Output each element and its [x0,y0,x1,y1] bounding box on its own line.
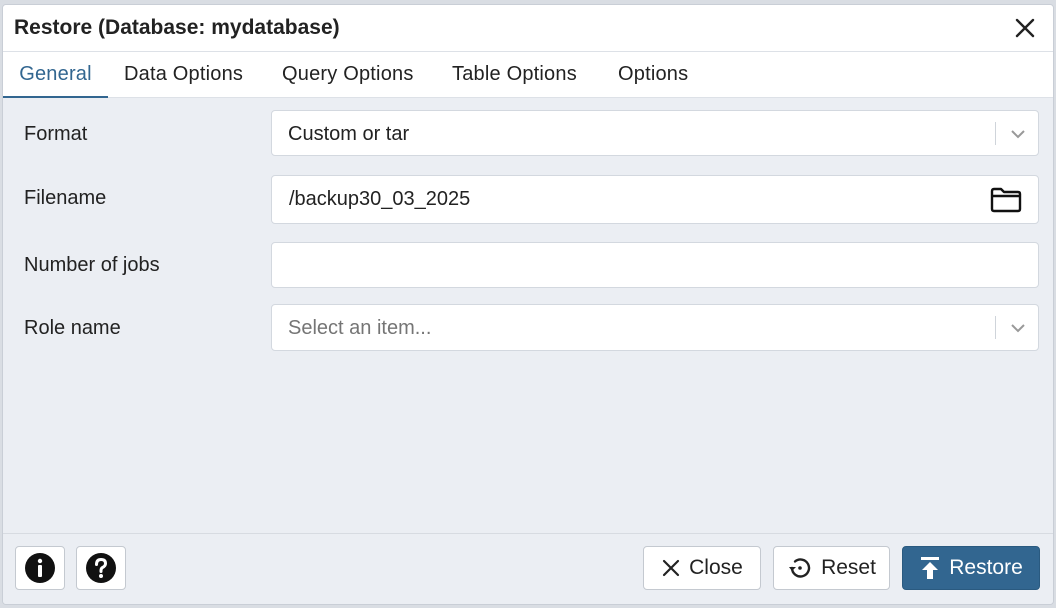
role-select[interactable]: Select an item... [271,304,1039,351]
format-value: Custom or tar [288,123,410,145]
format-label: Format [24,123,88,145]
folder-icon[interactable] [990,187,1022,213]
select-divider [995,316,996,339]
dialog-title: Restore (Database: mydatabase) [14,16,340,39]
dialog-footer: Close Reset Restore [3,533,1053,604]
reset-button[interactable]: Reset [773,546,890,590]
jobs-label: Number of jobs [24,254,160,276]
info-icon [25,553,55,583]
select-divider [995,122,996,145]
close-icon[interactable] [1013,16,1037,40]
dialog-titlebar: Restore (Database: mydatabase) [3,5,1053,52]
close-button[interactable]: Close [643,546,761,590]
tab-general[interactable]: General [3,52,108,98]
restore-button[interactable]: Restore [902,546,1040,590]
tab-query-options[interactable]: Query Options [282,52,414,97]
filename-label: Filename [24,187,107,209]
help-button[interactable] [76,546,126,590]
role-label: Role name [24,317,121,339]
info-button[interactable] [15,546,65,590]
tab-bar: General Data Options Query Options Table… [3,52,1053,98]
filename-field[interactable]: /backup30_03_2025 [271,175,1039,224]
tab-table-options[interactable]: Table Options [452,52,577,97]
close-icon [663,559,680,577]
chevron-down-icon[interactable] [1009,125,1027,143]
tab-data-options[interactable]: Data Options [124,52,243,97]
format-select[interactable]: Custom or tar [271,110,1039,156]
role-placeholder: Select an item... [288,317,432,339]
tab-options[interactable]: Options [618,52,688,97]
filename-value: /backup30_03_2025 [289,188,471,210]
upload-icon [921,557,940,579]
jobs-input[interactable] [271,242,1039,288]
reset-icon [789,558,811,578]
reset-button-label: Reset [821,556,876,579]
restore-dialog: Restore (Database: mydatabase) General D… [2,4,1054,605]
chevron-down-icon[interactable] [1009,319,1027,337]
restore-button-label: Restore [949,556,1023,579]
help-icon [86,553,116,583]
close-button-label: Close [689,556,743,579]
